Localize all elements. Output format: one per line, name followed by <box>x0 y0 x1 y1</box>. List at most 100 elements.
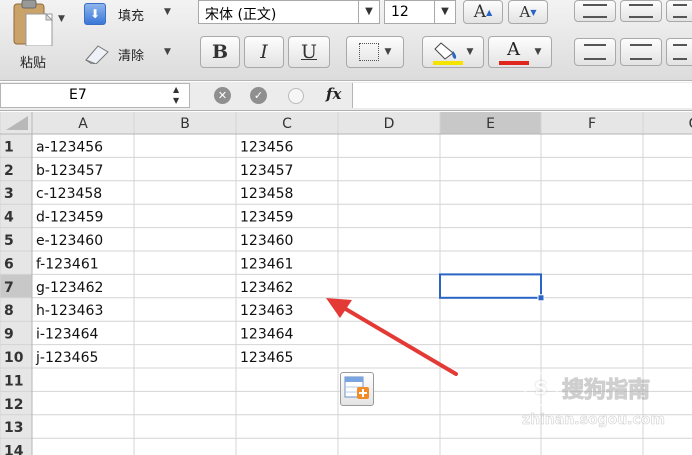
clear-button[interactable]: 清除 ▼ <box>82 40 178 66</box>
fill-button[interactable]: ⬇ 填充 ▼ <box>82 2 178 26</box>
font-color-glyph: A <box>498 39 529 65</box>
cell-c1[interactable]: 123456 <box>240 139 294 155</box>
clipboard-icon <box>13 0 54 46</box>
align-middle-button[interactable] <box>620 0 662 22</box>
fill-color-button[interactable]: ▼ <box>422 36 484 68</box>
insert-function-button[interactable]: fx <box>326 85 341 103</box>
row-header-label: 14 <box>4 444 24 455</box>
arrow-down-icon: ▼ <box>530 7 537 17</box>
underline-button[interactable]: U <box>288 36 330 68</box>
cell-a9[interactable]: i-123464 <box>36 327 98 343</box>
row-header-label: 10 <box>4 350 24 366</box>
clear-label: 清除 <box>118 49 145 64</box>
cell-c4[interactable]: 123459 <box>240 210 293 226</box>
chevron-down-icon[interactable]: ▼ <box>535 47 542 57</box>
column-header-label: C <box>282 116 292 132</box>
fill-down-icon: ⬇ <box>84 3 106 25</box>
row-header-label: 13 <box>4 420 23 436</box>
font-size-dropdown-arrow[interactable]: ▼ <box>434 1 455 23</box>
chevron-down-icon[interactable]: ▼ <box>164 7 171 17</box>
chevron-down-icon[interactable]: ▼ <box>58 14 65 24</box>
font-grow-glyph: A <box>473 2 487 22</box>
paste-options-button[interactable] <box>340 372 374 406</box>
cell-c9[interactable]: 123464 <box>240 327 294 343</box>
align-left-button[interactable] <box>574 38 616 66</box>
watermark-text: 搜狗指南 <box>561 378 651 404</box>
underline-glyph: U <box>300 41 317 63</box>
borders-button[interactable]: ▼ <box>346 36 404 68</box>
watermark-subtext: zhinan.sogou.com <box>522 412 666 429</box>
align-center-button[interactable] <box>620 38 662 66</box>
align-top-button[interactable] <box>574 0 616 22</box>
row-header-label: 4 <box>4 210 14 226</box>
bold-glyph: B <box>211 41 229 63</box>
font-size-select[interactable]: 12 ▼ <box>384 0 456 24</box>
row-header-label: 12 <box>4 397 23 413</box>
column-header-label: D <box>384 116 395 132</box>
name-box[interactable]: E7 ▲ ▼ <box>0 83 190 108</box>
row-header-label: 9 <box>4 327 14 343</box>
cancel-icon[interactable]: ✕ <box>214 87 231 104</box>
confirm-icon[interactable]: ✓ <box>250 87 267 104</box>
font-color-swatch <box>498 61 529 65</box>
cell-c2[interactable]: 123457 <box>240 163 293 179</box>
align-right-button[interactable] <box>666 38 692 66</box>
font-shrink-glyph: A <box>519 3 531 21</box>
eraser-icon <box>85 45 109 64</box>
decrease-font-size-button[interactable]: A ▼ <box>508 0 548 24</box>
cell-a7[interactable]: g-123462 <box>36 280 103 296</box>
watermark: S 搜狗指南 zhinan.sogou.com <box>518 368 692 438</box>
selected-cell-outline[interactable] <box>439 273 542 299</box>
cell-a10[interactable]: j-123465 <box>35 350 98 366</box>
cell-a3[interactable]: c-123458 <box>36 186 102 202</box>
font-color-letter: A <box>507 39 521 60</box>
align-bottom-icon <box>672 4 687 18</box>
formula-separator-icon <box>288 88 304 104</box>
chevron-down-icon[interactable]: ▼ <box>164 47 171 57</box>
row-header-label: 3 <box>4 186 14 202</box>
fill-handle[interactable] <box>537 294 545 302</box>
chevron-down-icon[interactable]: ▼ <box>385 47 392 57</box>
formula-input[interactable] <box>352 83 692 108</box>
cell-a6[interactable]: f-123461 <box>36 256 99 272</box>
align-left-icon <box>584 44 606 60</box>
bold-button[interactable]: B <box>200 36 240 68</box>
name-box-value: E7 <box>69 87 87 103</box>
font-color-button[interactable]: A ▼ <box>488 36 552 68</box>
cell-c8[interactable]: 123463 <box>240 303 293 319</box>
row-header-label: 2 <box>4 163 14 179</box>
column-header-label: E <box>486 116 495 132</box>
paste-button[interactable]: 粘贴 ▼ <box>4 0 68 76</box>
cell-c3[interactable]: 123458 <box>240 186 293 202</box>
cell-a4[interactable]: d-123459 <box>36 210 103 226</box>
cell-a1[interactable]: a-123456 <box>36 139 103 155</box>
cell-c7[interactable]: 123462 <box>240 280 293 296</box>
row-header-label: 5 <box>4 233 14 249</box>
chevron-down-icon[interactable]: ▼ <box>467 47 474 57</box>
cell-c6[interactable]: 123461 <box>240 256 293 272</box>
row-header-label: 8 <box>4 303 14 319</box>
row-header-label: 11 <box>4 373 23 389</box>
italic-glyph: I <box>260 41 268 63</box>
borders-icon <box>358 43 379 61</box>
column-header-g[interactable] <box>643 112 692 134</box>
paste-options-icon <box>344 376 369 399</box>
cell-c5[interactable]: 123460 <box>240 233 293 249</box>
cell-a5[interactable]: e-123460 <box>36 233 103 249</box>
row-header-label: 7 <box>4 280 14 296</box>
increase-font-size-button[interactable]: A ▲ <box>463 0 503 24</box>
font-name-dropdown-arrow[interactable]: ▼ <box>358 1 379 23</box>
cell-a2[interactable]: b-123457 <box>36 163 103 179</box>
name-box-stepper-icon[interactable]: ▲ ▼ <box>173 84 179 106</box>
align-bottom-button[interactable] <box>666 0 692 22</box>
italic-button[interactable]: I <box>244 36 284 68</box>
cell-a8[interactable]: h-123463 <box>36 303 103 319</box>
column-header-label: A <box>78 116 88 132</box>
paint-bucket-icon <box>432 42 463 65</box>
font-name-select[interactable]: 宋体 (正文) ▼ <box>198 0 380 24</box>
row-header-label: 6 <box>4 256 14 272</box>
paste-label: 粘贴 <box>20 56 47 71</box>
align-right-icon <box>672 44 687 60</box>
cell-c10[interactable]: 123465 <box>240 350 293 366</box>
align-top-icon <box>583 4 607 18</box>
